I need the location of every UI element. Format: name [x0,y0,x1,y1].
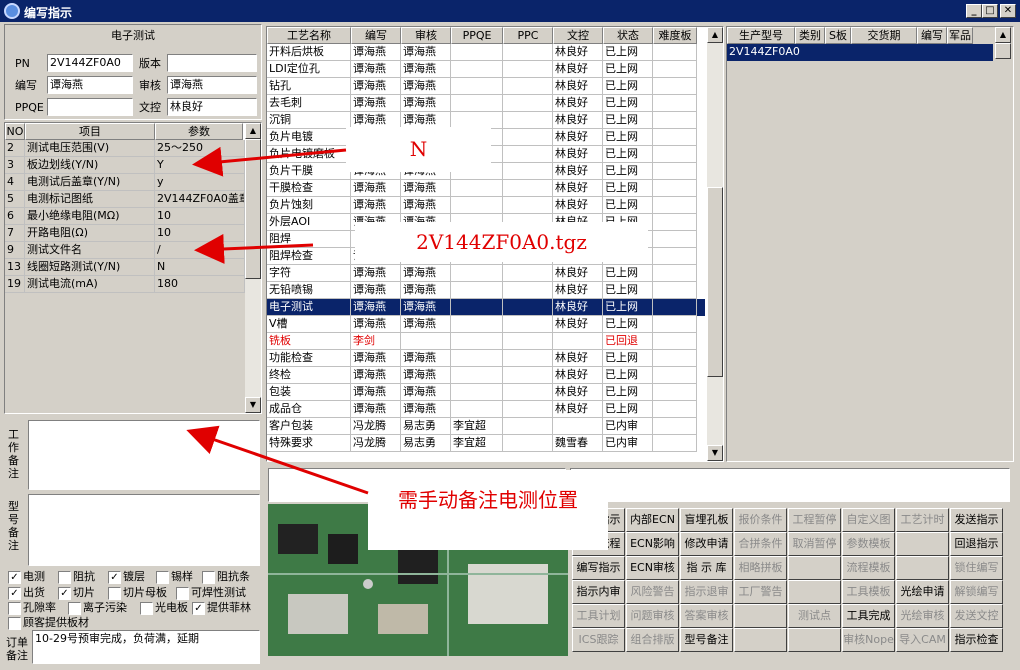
arrow-to-board-line [192,146,347,177]
arrow-to-work-note [186,425,369,495]
annotation-arrows [186,146,369,495]
arrow-to-test-file [194,233,314,264]
